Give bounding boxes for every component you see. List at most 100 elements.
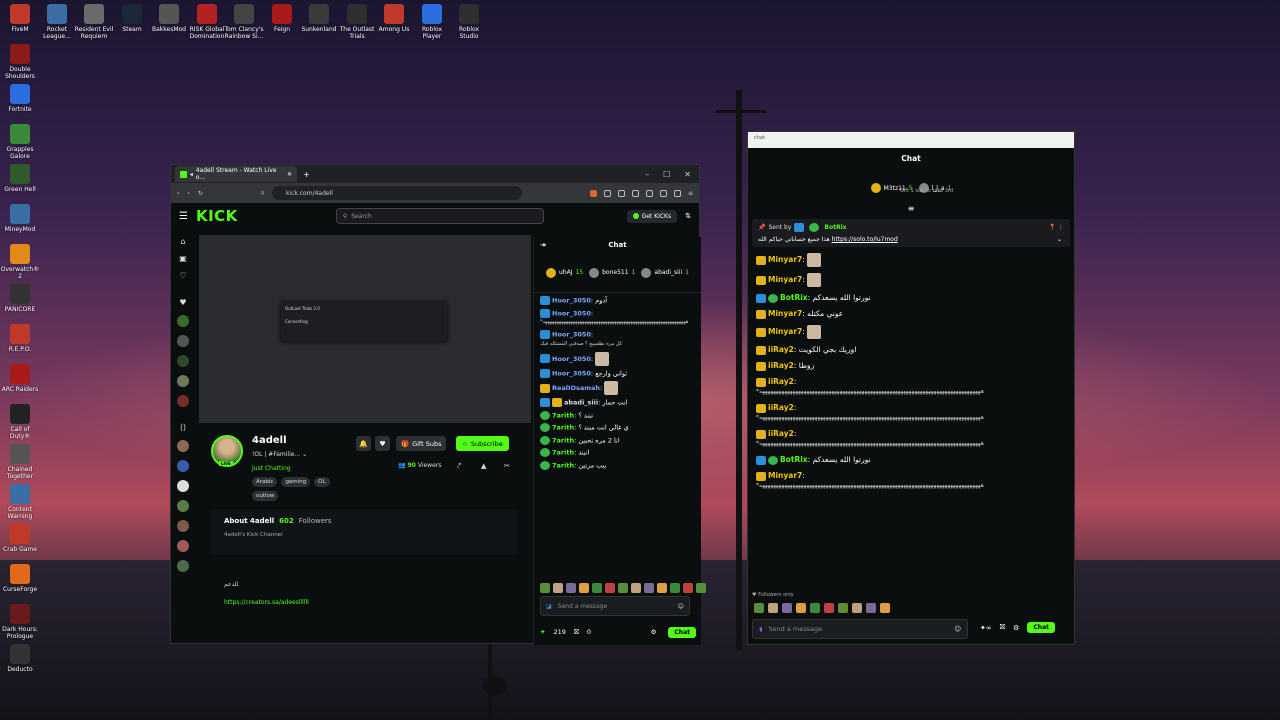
brave-shield-icon[interactable] (589, 189, 597, 197)
followed-channel-avatar[interactable] (177, 315, 189, 327)
desktop-icon[interactable]: Call of Duty® (0, 404, 40, 440)
desktop-icon[interactable]: Dark Hours: Prologue (0, 604, 40, 640)
chat-message[interactable]: abadi_siii: انت حمار (540, 398, 695, 408)
chat-message[interactable]: Minyar7: (756, 325, 1066, 339)
chat-username[interactable]: Minyar7 (768, 255, 802, 264)
extension-icon[interactable] (617, 189, 625, 197)
recommended-channel-avatar[interactable] (177, 560, 189, 572)
chat-username[interactable]: Hoor_3050 (552, 297, 591, 305)
emote-icon[interactable] (810, 603, 820, 613)
desktop-icon[interactable]: Roblox Player (412, 4, 452, 40)
desktop-icon[interactable]: FiveM (0, 4, 40, 33)
chat-username[interactable]: abadi_siii (564, 399, 598, 407)
emote-icon[interactable] (579, 583, 589, 593)
desktop-icon[interactable]: RISK Global Domination (187, 4, 227, 40)
chat-message[interactable]: RealIOsamah: (540, 381, 695, 395)
emote-icon[interactable] (768, 603, 778, 613)
emote-icon[interactable] (566, 583, 576, 593)
desktop-icon[interactable]: Deducto (0, 644, 40, 673)
maximize-icon[interactable]: ☐ (663, 170, 670, 179)
chat-message[interactable]: 7arith: ببب مرتين (540, 460, 695, 471)
get-kicks-button[interactable]: Get KICKs (626, 209, 678, 223)
following-icon[interactable]: ♡ (177, 271, 189, 280)
recommended-channel-avatar[interactable] (177, 460, 189, 472)
emote-icon[interactable] (880, 603, 890, 613)
chat-username[interactable]: Hoor_3050 (552, 369, 591, 377)
gifter-entry[interactable]: bone511 1 (589, 267, 635, 278)
stream-tag[interactable]: gaming (281, 477, 311, 487)
report-icon[interactable]: ▲ (481, 462, 486, 470)
tab-close-icon[interactable]: ✕ (287, 171, 292, 178)
kick-emote-icon[interactable]: ◪ (546, 603, 552, 610)
chat-message[interactable]: iiRay2: *ههههههههههههههههههههههههههههههه… (756, 377, 1066, 397)
back-icon[interactable]: ‹ (177, 190, 179, 197)
chat-message[interactable]: iiRay2: *ههههههههههههههههههههههههههههههه… (756, 403, 1066, 423)
chat-message[interactable]: 7arith: تبند ؟ (540, 410, 695, 421)
desktop-icon[interactable]: Double Shoulders (0, 44, 40, 80)
chat-username[interactable]: Hoor_3050 (552, 309, 591, 317)
desktop-icon[interactable]: The Outlast Trials (337, 4, 377, 40)
recommended-icon[interactable]: ⟨⟩ (177, 423, 189, 432)
emote-icon[interactable] (824, 603, 834, 613)
chat-message[interactable]: Minyar7: *هههههههههههههههههههههههههههههه… (756, 471, 1066, 491)
search-input[interactable]: ⚲ Search (335, 208, 544, 224)
chat-username[interactable]: 7arith (552, 461, 574, 469)
emote-icon[interactable] (866, 603, 876, 613)
recommended-channel-avatar[interactable] (177, 440, 189, 452)
chat-username[interactable]: iiRay2 (768, 361, 794, 370)
chat-message[interactable]: Hoor_3050: *هههههههههههههههههههههههههههه… (540, 308, 695, 328)
chat-message[interactable]: iiRay2: زوطا (756, 361, 1066, 371)
emote-icon[interactable] (540, 583, 550, 593)
browse-icon[interactable]: ▣ (177, 254, 189, 263)
recommended-channel-avatar[interactable] (177, 480, 189, 492)
recommended-channel-avatar[interactable] (177, 500, 189, 512)
chat-username[interactable]: Hoor_3050 (552, 355, 591, 363)
clip-icon[interactable]: ✂ (504, 462, 510, 470)
emote-icon[interactable] (644, 583, 654, 593)
desktop-icon[interactable]: Content Warning (0, 484, 40, 520)
chat-message[interactable]: 7arith: انا 2 مره تحبين (540, 435, 695, 446)
chat-message[interactable]: Hoor_3050: ثواني وارجع (540, 368, 695, 379)
emote-icon[interactable] (657, 583, 667, 593)
follow-heart-button[interactable]: ♥ (375, 436, 390, 451)
emote-icon[interactable] (782, 603, 792, 613)
desktop-icon[interactable]: ARC Raiders (0, 364, 40, 393)
close-window-icon[interactable]: ✕ (684, 170, 691, 179)
chat-username[interactable]: 7arith (552, 424, 574, 432)
chat-username[interactable]: RealIOsamah (552, 384, 600, 392)
chat-message[interactable]: BotRix: نورتوا الله يسعدكم (756, 293, 1066, 303)
emote-icon[interactable] (631, 583, 641, 593)
notification-icon[interactable]: ⇅ (685, 212, 691, 220)
followed-channel-avatar[interactable] (177, 335, 189, 347)
desktop-icon[interactable]: Overwatch® 2 (0, 244, 40, 280)
chat-username[interactable]: Hoor_3050 (552, 331, 591, 339)
chat-username[interactable]: iiRay2 (768, 377, 794, 386)
home-icon[interactable]: ⌂ (177, 237, 189, 246)
channel-name[interactable]: 4adell (252, 435, 287, 446)
desktop-icon[interactable]: Rocket League... (37, 4, 77, 40)
chat-message[interactable]: Hoor_3050: كل مره تطقيييع ؟ صدقني المشكل… (540, 330, 695, 349)
desktop-icon[interactable]: Roblox Studio (449, 4, 489, 40)
emote-icon[interactable] (618, 583, 628, 593)
emoji-icon[interactable]: ☺ (954, 625, 961, 633)
emote-icon[interactable] (796, 603, 806, 613)
gift-count[interactable]: 0 (587, 628, 591, 636)
recommended-channel-avatar[interactable] (177, 520, 189, 532)
notification-bell-button[interactable]: 🔔 (356, 436, 371, 451)
video-player[interactable]: OutLast Trials 2.0 Connecting (199, 235, 531, 423)
desktop-icon[interactable]: MineyMod (0, 204, 40, 233)
emote-icon[interactable] (592, 583, 602, 593)
unpin-icon[interactable]: 📍 ⋮ (1049, 224, 1064, 231)
desktop-icon[interactable]: Green Hell (0, 164, 40, 193)
chat-username[interactable]: BotRix (780, 293, 808, 302)
desktop-icon[interactable]: Tom Clancy's Rainbow Si... (224, 4, 264, 40)
stream-tag[interactable]: outlow (252, 491, 279, 501)
collapse-chat-icon[interactable]: ⇥ (540, 241, 546, 249)
share-icon[interactable]: ⤤ (457, 462, 461, 471)
bookmark-icon[interactable]: ⌑ (261, 190, 264, 197)
send-chat-button[interactable]: Chat (668, 626, 696, 638)
forward-icon[interactable]: › (187, 190, 189, 197)
followed-channel-avatar[interactable] (177, 375, 189, 387)
chat-message[interactable]: BotRix: نورتوا الله يسعدكم (756, 455, 1066, 465)
kick-logo[interactable]: KICK (196, 207, 238, 225)
